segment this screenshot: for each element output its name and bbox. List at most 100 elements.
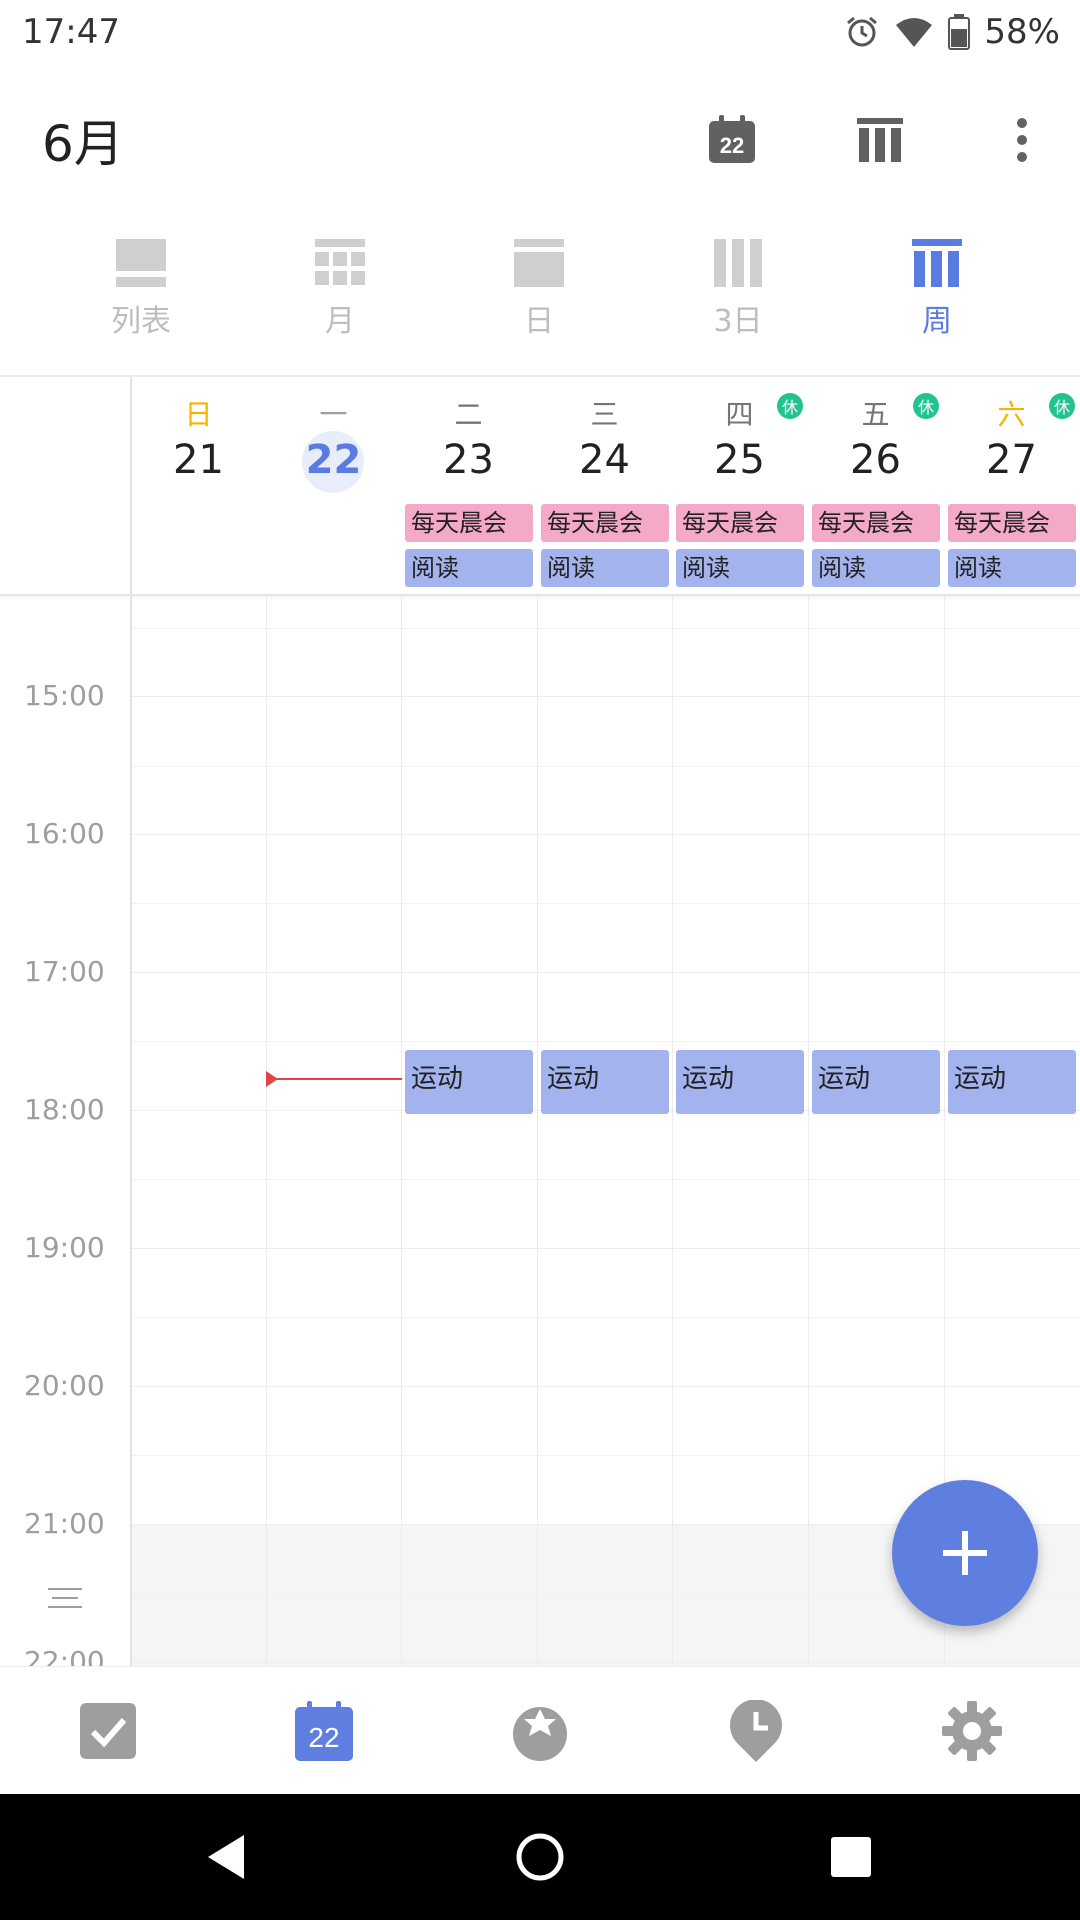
view-label-month: 月 — [325, 304, 355, 339]
columns-icon — [857, 118, 903, 162]
event-exercise[interactable]: 运动 — [812, 1050, 940, 1114]
battery-icon — [948, 14, 971, 50]
hour-label: 16:00 — [24, 817, 105, 850]
hour-label: 20:00 — [24, 1369, 105, 1402]
nav-home-button[interactable] — [480, 1794, 600, 1920]
allday-event-reading[interactable]: 阅读 — [541, 549, 669, 587]
week-header: 日 21 一 22 二 23 每天晨会 阅读 三 24 每天晨会 阅读 四 休 … — [0, 377, 1080, 595]
gridline — [131, 834, 1080, 835]
day-column-header[interactable]: 四 休 25 每天晨会 阅读 — [672, 377, 807, 595]
tab-settings[interactable] — [864, 1667, 1080, 1795]
app-header: 6月 22 — [0, 64, 1080, 214]
allday-event-meeting[interactable]: 每天晨会 — [812, 504, 940, 542]
three-day-view-icon — [713, 236, 763, 290]
day-column-header[interactable]: 三 24 每天晨会 阅读 — [537, 377, 672, 595]
day-view-icon — [514, 236, 564, 290]
day-of-week: 二 — [454, 398, 483, 431]
allday-event-meeting[interactable]: 每天晨会 — [405, 504, 533, 542]
tab-pomodoro[interactable] — [432, 1667, 648, 1795]
list-view-icon — [116, 236, 166, 290]
wifi-icon — [896, 18, 933, 47]
gridline — [131, 1455, 1080, 1456]
column-divider — [266, 596, 267, 1666]
recents-square-icon — [831, 1837, 871, 1877]
gridline — [131, 766, 1080, 767]
allday-event-meeting[interactable]: 每天晨会 — [948, 504, 1076, 542]
tab-timer[interactable] — [648, 1667, 864, 1795]
event-exercise[interactable]: 运动 — [541, 1050, 669, 1114]
today-calendar-icon: 22 — [709, 115, 755, 163]
holiday-badge: 休 — [777, 393, 803, 419]
gridline — [131, 972, 1080, 973]
calendar-badge-text: 22 — [308, 1722, 339, 1753]
day-number: 25 — [714, 437, 765, 483]
today-badge-text: 22 — [720, 133, 744, 158]
more-vert-icon — [1017, 118, 1027, 162]
bottom-tab-bar: 22 — [0, 1666, 1080, 1795]
allday-event-reading[interactable]: 阅读 — [812, 549, 940, 587]
go-to-today-button[interactable]: 22 — [696, 104, 768, 176]
column-divider — [401, 596, 402, 1666]
view-label-three-day: 3日 — [713, 304, 763, 339]
day-column-header[interactable]: 二 23 每天晨会 阅读 — [401, 377, 536, 595]
allday-event-meeting[interactable]: 每天晨会 — [541, 504, 669, 542]
gridline — [131, 628, 1080, 629]
day-number-today: 22 — [305, 437, 362, 483]
view-tab-three-day[interactable]: 3日 — [638, 220, 838, 350]
hour-label: 17:00 — [24, 955, 105, 988]
system-nav-bar — [0, 1794, 1080, 1920]
month-title[interactable]: 6月 — [42, 104, 124, 176]
plus-icon — [943, 1531, 987, 1575]
event-exercise[interactable]: 运动 — [948, 1050, 1076, 1114]
clock-icon — [730, 1700, 782, 1762]
allday-event-reading[interactable]: 阅读 — [405, 549, 533, 587]
hour-label: 22:00 — [24, 1645, 105, 1666]
day-of-week: 三 — [590, 398, 619, 431]
view-switcher: 列表 月 日 3日 周 — [0, 220, 1080, 370]
add-event-button[interactable] — [892, 1480, 1038, 1626]
view-mode-button[interactable] — [844, 104, 916, 176]
status-bar: 17:47 58% — [0, 0, 1080, 64]
allday-event-reading[interactable]: 阅读 — [676, 549, 804, 587]
gridline — [131, 1179, 1080, 1180]
allday-event-reading[interactable]: 阅读 — [948, 549, 1076, 587]
current-time-marker — [266, 1071, 278, 1087]
tab-calendar[interactable]: 22 — [216, 1667, 432, 1795]
day-column-header[interactable]: 一 22 — [266, 377, 401, 595]
event-exercise[interactable]: 运动 — [405, 1050, 533, 1114]
view-label-day: 日 — [524, 304, 554, 339]
view-tab-week[interactable]: 周 — [837, 220, 1037, 350]
drag-handle-icon[interactable] — [48, 1586, 82, 1610]
hour-label: 15:00 — [24, 679, 105, 712]
day-number: 23 — [443, 437, 494, 483]
day-column-header[interactable]: 日 21 — [131, 377, 266, 595]
pomodoro-icon — [513, 1707, 567, 1761]
view-tab-day[interactable]: 日 — [439, 220, 639, 350]
gridline — [131, 696, 1080, 697]
view-tab-month[interactable]: 月 — [240, 220, 440, 350]
day-number: 26 — [850, 437, 901, 483]
allday-event-meeting[interactable]: 每天晨会 — [676, 504, 804, 542]
status-time: 17:47 — [22, 12, 120, 52]
back-triangle-icon — [208, 1835, 244, 1879]
day-number: 21 — [173, 437, 224, 483]
current-time-line — [268, 1078, 402, 1080]
event-exercise[interactable]: 运动 — [676, 1050, 804, 1114]
day-column-header[interactable]: 六 休 27 每天晨会 阅读 — [944, 377, 1079, 595]
task-check-icon — [80, 1703, 136, 1759]
view-label-list: 列表 — [111, 304, 171, 339]
holiday-badge: 休 — [913, 393, 939, 419]
day-number: 24 — [579, 437, 630, 483]
holiday-badge: 休 — [1049, 393, 1075, 419]
gutter-divider — [130, 596, 132, 1666]
day-of-week: 日 — [184, 398, 213, 431]
hour-label: 19:00 — [24, 1231, 105, 1264]
more-options-button[interactable] — [986, 104, 1058, 176]
nav-back-button[interactable] — [166, 1794, 286, 1920]
battery-percent: 58% — [984, 12, 1060, 52]
nav-recents-button[interactable] — [791, 1794, 911, 1920]
tab-tasks[interactable] — [0, 1667, 216, 1795]
view-tab-list[interactable]: 列表 — [41, 220, 241, 350]
view-label-week: 周 — [922, 304, 952, 339]
day-column-header[interactable]: 五 休 26 每天晨会 阅读 — [808, 377, 943, 595]
